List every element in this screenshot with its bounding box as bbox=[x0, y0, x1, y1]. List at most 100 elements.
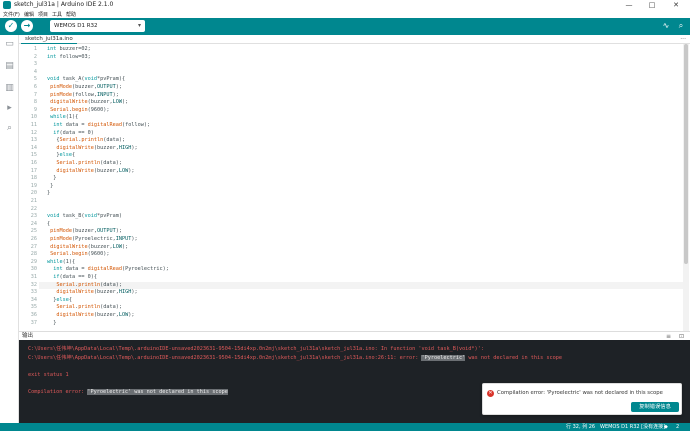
code-line[interactable]: } bbox=[47, 320, 56, 328]
code-line[interactable]: pinMode(follow,INPUT); bbox=[47, 92, 119, 100]
line-number: 5 bbox=[33, 76, 37, 83]
minimize-button[interactable]: — bbox=[620, 0, 638, 10]
checkmark-icon: ✓ bbox=[7, 21, 15, 30]
copy-error-button[interactable]: 复制错误信息 bbox=[631, 402, 679, 412]
output-text: 'Pyroelectric' was not declared in this … bbox=[87, 388, 228, 395]
code-line[interactable]: Serial.begin(9600); bbox=[47, 107, 109, 115]
code-line[interactable]: digitalWrite(buzzer,HIGH); bbox=[47, 145, 137, 153]
bell-icon[interactable]: ◆ bbox=[664, 423, 668, 431]
code-line[interactable]: } bbox=[47, 183, 53, 191]
output-line: exit status 1 bbox=[28, 372, 69, 379]
code-line[interactable]: digitalWrite(buzzer,LOW); bbox=[47, 168, 134, 176]
code-line[interactable]: }else{ bbox=[47, 297, 72, 305]
line-number: 30 bbox=[30, 266, 37, 273]
code-line[interactable]: Serial.println(data); bbox=[47, 282, 122, 290]
line-number: 23 bbox=[30, 213, 37, 220]
menu-tools[interactable]: 工具 bbox=[52, 11, 62, 18]
verify-button[interactable]: ✓ bbox=[5, 20, 17, 32]
output-text: C:\Users\任伟坤\AppData\Local\Temp\.arduino… bbox=[28, 346, 484, 352]
menu-edit[interactable]: 编辑 bbox=[24, 11, 34, 18]
code-line[interactable]: { bbox=[47, 221, 50, 229]
debug-icon[interactable]: ▸ bbox=[4, 103, 15, 114]
line-number: 27 bbox=[30, 243, 37, 250]
serial-plotter-button[interactable]: ∿ bbox=[660, 20, 672, 32]
code-line[interactable]: pinMode(buzzer,OUTPUT); bbox=[47, 84, 122, 92]
library-icon[interactable]: ▥ bbox=[4, 83, 15, 94]
line-number: 31 bbox=[30, 274, 37, 280]
board-selector[interactable]: WEMOS D1 R32 ▾ bbox=[50, 20, 145, 32]
output-text: was not declared in this scope bbox=[465, 354, 563, 361]
line-number: 36 bbox=[30, 312, 37, 318]
close-button[interactable]: ✕ bbox=[667, 0, 685, 10]
code-line[interactable]: digitalWrite(buzzer,HIGH); bbox=[47, 289, 137, 297]
line-number: 10 bbox=[30, 114, 37, 121]
output-header: 输出 ≡ ⊡ bbox=[19, 331, 690, 340]
line-number: 11 bbox=[30, 122, 37, 128]
line-number: 18 bbox=[30, 175, 37, 182]
line-number: 33 bbox=[30, 289, 37, 296]
menu-help[interactable]: 帮助 bbox=[66, 11, 76, 18]
line-number: 4 bbox=[33, 68, 37, 75]
code-line[interactable]: void task_B(void*pvPram) bbox=[47, 213, 122, 221]
code-line[interactable]: {Serial.println(data); bbox=[47, 137, 125, 145]
tab-sketch[interactable]: sketch_jul31a.ino bbox=[21, 35, 77, 44]
line-number: 2 bbox=[33, 53, 37, 60]
code-line[interactable]: pinMode(buzzer,OUTPUT); bbox=[47, 228, 122, 236]
editor-scrollbar[interactable] bbox=[683, 44, 689, 331]
code-line[interactable]: int data = digitalRead(Pyroelectric); bbox=[47, 266, 169, 274]
code-line[interactable]: if(data == 0) bbox=[47, 130, 94, 138]
output-text: Compilation error: bbox=[28, 388, 88, 395]
tab-bar: sketch_jul31a.ino ··· bbox=[19, 35, 690, 44]
line-number: 13 bbox=[30, 137, 37, 144]
menu-sketch[interactable]: 项目 bbox=[38, 11, 48, 18]
code-line[interactable]: Serial.println(data); bbox=[47, 160, 122, 168]
code-line[interactable]: digitalWrite(buzzer,LOW); bbox=[47, 99, 128, 107]
board-name: WEMOS D1 R32 bbox=[54, 23, 98, 29]
code-line[interactable]: }else{ bbox=[47, 152, 75, 160]
code-line[interactable]: digitalWrite(buzzer,LOW); bbox=[47, 244, 128, 252]
code-line[interactable]: } bbox=[47, 175, 56, 183]
output-text: 'Pyroelectric' bbox=[421, 354, 466, 361]
arrow-right-icon: → bbox=[23, 21, 31, 30]
line-number: 15 bbox=[30, 152, 37, 159]
menu-bar: 文件(F) 编辑 项目 工具 帮助 bbox=[0, 10, 690, 18]
window-title: sketch_jul31a | Arduino IDE 2.1.0 bbox=[14, 1, 114, 8]
folder-icon[interactable]: ▭ bbox=[4, 39, 15, 50]
output-line: C:\Users\任伟坤\AppData\Local\Temp\.arduino… bbox=[28, 354, 563, 362]
code-line[interactable]: pinMode(Pyroelectric,INPUT); bbox=[47, 236, 137, 244]
cursor-position: 行 32, 列 26 bbox=[566, 424, 596, 430]
more-icon[interactable]: ··· bbox=[680, 35, 686, 44]
code-line[interactable]: digitalWrite(buzzer,LOW); bbox=[47, 312, 134, 320]
menu-file[interactable]: 文件(F) bbox=[3, 11, 20, 18]
code-line[interactable]: Serial.println(data); bbox=[47, 304, 122, 312]
line-numbers: 1 2 3 4 5 6 7 8 9 10 11 12 13 14 15 16 17 18 19 20 21 22 23 24 2… bbox=[19, 44, 39, 331]
line-number: 37 bbox=[30, 319, 37, 326]
search-icon: ⌕ bbox=[678, 21, 684, 30]
line-number: 19 bbox=[30, 182, 37, 189]
maximize-button[interactable]: □ bbox=[643, 0, 661, 10]
arduino-ide-window: sketch_jul31a | Arduino IDE 2.1.0 — □ ✕ … bbox=[0, 0, 690, 431]
upload-button[interactable]: → bbox=[21, 20, 33, 32]
search-icon[interactable]: ⌕ bbox=[4, 123, 15, 134]
line-number: 14 bbox=[30, 144, 37, 151]
code-line[interactable]: Serial.begin(9600); bbox=[47, 251, 109, 259]
line-number: 29 bbox=[30, 258, 37, 265]
code-line[interactable]: void task_A(void*pvPram){ bbox=[47, 76, 125, 84]
line-number: 34 bbox=[30, 296, 37, 303]
code-line[interactable]: while(1){ bbox=[47, 114, 78, 122]
board-status: WEMOS D1 R32 [没有连接] bbox=[600, 424, 666, 430]
line-number: 28 bbox=[30, 251, 37, 258]
boards-icon[interactable]: ▤ bbox=[4, 61, 15, 72]
code-line[interactable]: while(1){ bbox=[47, 259, 75, 267]
code-line[interactable]: int data = digitalRead(follow); bbox=[47, 122, 150, 130]
code-line[interactable]: } bbox=[47, 190, 50, 198]
serial-monitor-button[interactable]: ⌕ bbox=[675, 20, 687, 32]
code-line[interactable]: if(data == 0){ bbox=[47, 274, 97, 282]
scrollbar-thumb[interactable] bbox=[684, 44, 688, 264]
code-line[interactable]: int buzzer=02; bbox=[47, 46, 91, 54]
code-editor[interactable]: 1 2 3 4 5 6 7 8 9 10 11 12 13 14 15 16 17 18 19 20 21 22 23 24 2… bbox=[19, 44, 690, 331]
line-number: 3 bbox=[33, 61, 37, 68]
code-line[interactable]: int follow=03; bbox=[47, 54, 91, 62]
chevron-down-icon: ▾ bbox=[137, 22, 141, 29]
line-number: 35 bbox=[30, 304, 37, 311]
